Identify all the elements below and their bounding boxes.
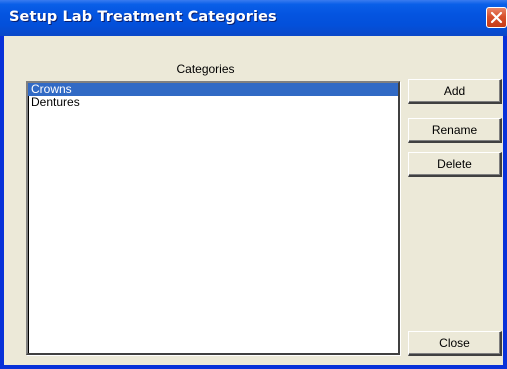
list-item[interactable]: Crowns (28, 83, 398, 96)
close-icon (490, 11, 503, 24)
title-bar[interactable]: Setup Lab Treatment Categories (0, 0, 507, 36)
rename-button[interactable]: Rename (408, 118, 502, 143)
add-button[interactable]: Add (408, 79, 502, 104)
dialog-window: Setup Lab Treatment Categories Categorie… (0, 0, 507, 369)
window-close-button[interactable] (486, 7, 507, 28)
categories-label: Categories (176, 62, 235, 76)
delete-button[interactable]: Delete (408, 152, 502, 177)
window-title: Setup Lab Treatment Categories (9, 9, 277, 25)
dialog-content: Categories Crowns Dentures Add Rename De… (4, 36, 503, 365)
list-item[interactable]: Dentures (28, 96, 398, 109)
close-button[interactable]: Close (408, 331, 502, 356)
categories-listbox[interactable]: Crowns Dentures (26, 81, 400, 355)
